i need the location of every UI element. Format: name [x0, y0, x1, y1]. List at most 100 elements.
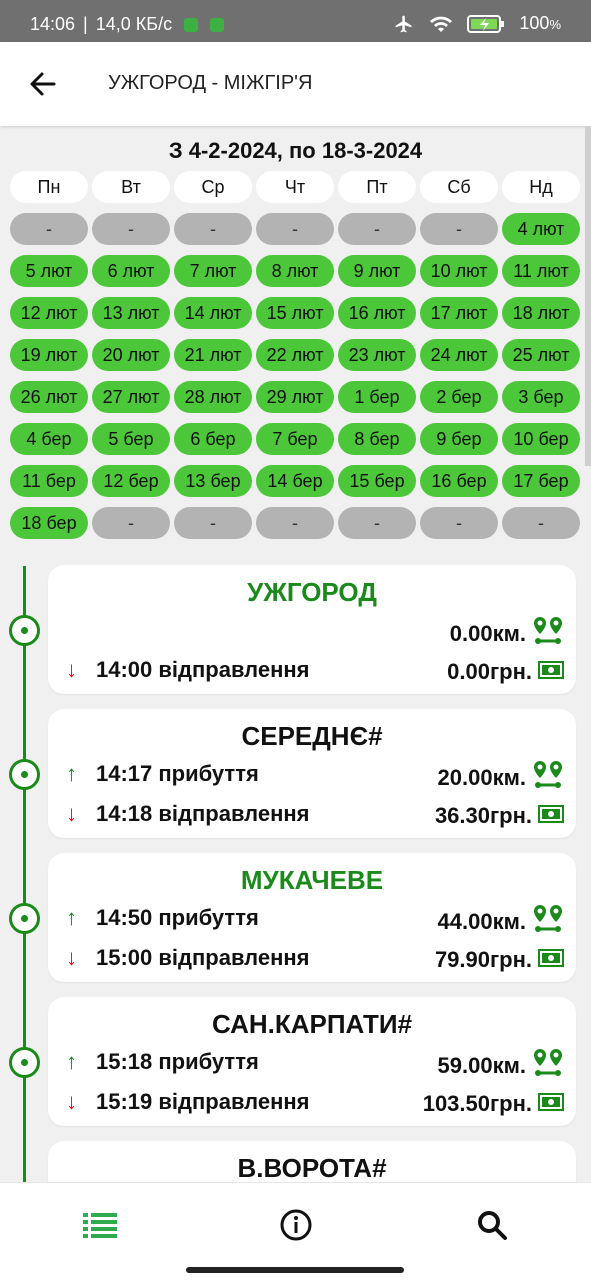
banknote-icon [538, 1091, 564, 1117]
calendar-day[interactable]: 5 лют [10, 255, 88, 287]
stop-card[interactable]: СЕРЕДНЄ# ↑ 14:17 прибуття ↓ 14:18 відправлен… [48, 709, 576, 838]
calendar-day[interactable]: 20 лют [92, 339, 170, 371]
calendar-empty-day: - [256, 213, 334, 245]
calendar-week-row: 18 бер - - - - - - [10, 507, 582, 539]
status-time: 14:06 [30, 14, 76, 34]
search-icon[interactable] [472, 1205, 512, 1245]
banknote-icon [538, 659, 564, 685]
stop-card[interactable]: САН.КАРПАТИ# ↑ 15:18 прибуття ↓ 15:19 відпра… [48, 997, 576, 1126]
calendar-day[interactable]: 19 лют [10, 339, 88, 371]
calendar-day[interactable]: 16 бер [420, 465, 498, 497]
app-bar: УЖГОРОД - МІЖГІР'Я [0, 42, 591, 126]
calendar-day[interactable]: 12 лют [10, 297, 88, 329]
list-icon[interactable] [80, 1205, 120, 1245]
calendar-day[interactable]: 27 лют [92, 381, 170, 413]
calendar-day[interactable]: 11 бер [10, 465, 88, 497]
stop-name: МУКАЧЕВЕ [240, 865, 384, 895]
calendar-day[interactable]: 14 бер [256, 465, 334, 497]
calendar-day[interactable]: 2 бер [420, 381, 498, 413]
arrow-up-icon: ↑ [66, 761, 77, 786]
calendar-day[interactable]: 9 лют [338, 255, 416, 287]
calendar-day[interactable]: 28 лют [174, 381, 252, 413]
departure-row: ↓ 14:18 відправлення [66, 801, 310, 827]
home-indicator[interactable] [186, 1267, 404, 1273]
calendar-day[interactable]: 14 лют [174, 297, 252, 329]
calendar-day[interactable]: 8 бер [338, 423, 416, 455]
banknote-icon [538, 947, 564, 973]
timeline-line [23, 566, 26, 1182]
scrollbar[interactable] [585, 126, 591, 466]
info-icon[interactable] [276, 1205, 316, 1245]
stop-marker [9, 903, 40, 934]
stop-marker [9, 759, 40, 790]
calendar-day[interactable]: 13 бер [174, 465, 252, 497]
arrival-row: ↑ 14:50 прибуття [66, 905, 259, 931]
calendar-day[interactable]: 16 лют [338, 297, 416, 329]
stop-name: СЕРЕДНЄ# [241, 721, 383, 751]
calendar-day[interactable]: 12 бер [92, 465, 170, 497]
calendar-day[interactable]: 17 бер [502, 465, 580, 497]
calendar-day[interactable]: 9 бер [420, 423, 498, 455]
departure-time: 14:18 відправлення [96, 801, 310, 826]
distance-value: 44.00км. [437, 909, 526, 934]
airplane-icon [396, 15, 412, 32]
calendar-week-row: 11 бер 12 бер 13 бер 14 бер 15 бер 16 бер 17 б… [10, 465, 582, 497]
calendar-day[interactable]: 15 лют [256, 297, 334, 329]
notification-icon-2 [210, 17, 225, 32]
calendar-day[interactable]: 18 бер [10, 507, 88, 539]
calendar-day[interactable]: 24 лют [420, 339, 498, 371]
calendar-day[interactable]: 23 лют [338, 339, 416, 371]
calendar-day[interactable]: 11 лют [502, 255, 580, 287]
calendar-day[interactable]: 1 бер [338, 381, 416, 413]
stop-name: УЖГОРОД [247, 577, 377, 607]
calendar-day[interactable]: 6 лют [92, 255, 170, 287]
calendar-day[interactable]: 29 лют [256, 381, 334, 413]
weekday-label: Чт [256, 171, 334, 203]
calendar-week-row: 5 лют 6 лют 7 лют 8 лют 9 лют 10 лют 11 лют [10, 255, 582, 287]
calendar-days: ------4 лют 5 лют 6 лют 7 лют 8 лют 9 лют 10 л… [10, 213, 582, 539]
departure-row: ↓ 15:00 відправлення [66, 945, 310, 971]
calendar-empty-day: - [338, 213, 416, 245]
calendar-day[interactable]: 4 бер [10, 423, 88, 455]
price-row: 79.90грн. [435, 947, 564, 973]
calendar-day[interactable]: 7 лют [174, 255, 252, 287]
calendar-day[interactable]: 26 лют [10, 381, 88, 413]
calendar-day[interactable]: 18 лют [502, 297, 580, 329]
main-content[interactable]: З 4-2-2024, по 18-3-2024 Пн Вт Ср Чт Пт … [0, 126, 591, 1182]
arrival-time: 14:17 прибуття [96, 761, 259, 786]
calendar-week-row: 19 лют 20 лют 21 лют 22 лют 23 лют 24 лют 25 л… [10, 339, 582, 371]
distance-row: 20.00км. [438, 759, 564, 797]
calendar-day[interactable]: 22 лют [256, 339, 334, 371]
weekday-label: Сб [420, 171, 498, 203]
price-row: 36.30грн. [435, 803, 564, 829]
calendar-day[interactable]: 17 лют [420, 297, 498, 329]
calendar-day[interactable]: 21 лют [174, 339, 252, 371]
arrow-down-icon: ↓ [66, 657, 77, 682]
distance-row: 59.00км. [438, 1047, 564, 1085]
calendar-day[interactable]: 7 бер [256, 423, 334, 455]
departure-time: 15:00 відправлення [96, 945, 310, 970]
departure-time: 15:19 відправлення [96, 1089, 310, 1114]
calendar-day[interactable]: 4 лют [502, 213, 580, 245]
calendar-day[interactable]: 15 бер [338, 465, 416, 497]
calendar-day[interactable]: 8 лют [256, 255, 334, 287]
stop-card[interactable]: УЖГОРОД ↓ 14:00 відправлення 0.00км. 0.00грн… [48, 565, 576, 694]
calendar-day[interactable]: 10 лют [420, 255, 498, 287]
calendar-empty-day: - [256, 507, 334, 539]
page-title: УЖГОРОД - МІЖГІР'Я [108, 72, 313, 94]
banknote-icon [538, 803, 564, 829]
calendar-day[interactable]: 13 лют [92, 297, 170, 329]
stop-card[interactable]: МУКАЧЕВЕ ↑ 14:50 прибуття ↓ 15:00 відправлен… [48, 853, 576, 982]
calendar-day[interactable]: 10 бер [502, 423, 580, 455]
calendar-day[interactable]: 3 бер [502, 381, 580, 413]
calendar-day[interactable]: 6 бер [174, 423, 252, 455]
arrow-left-icon[interactable] [26, 66, 58, 102]
calendar-day[interactable]: 5 бер [92, 423, 170, 455]
departure-time: 14:00 відправлення [96, 657, 310, 682]
calendar-day[interactable]: 25 лют [502, 339, 580, 371]
calendar-empty-day: - [502, 507, 580, 539]
stop-card[interactable]: В.ВОРОТА# [48, 1141, 576, 1182]
price-value: 0.00грн. [447, 659, 532, 684]
route-pins-icon [532, 903, 564, 941]
stop-name: САН.КАРПАТИ# [211, 1009, 413, 1039]
